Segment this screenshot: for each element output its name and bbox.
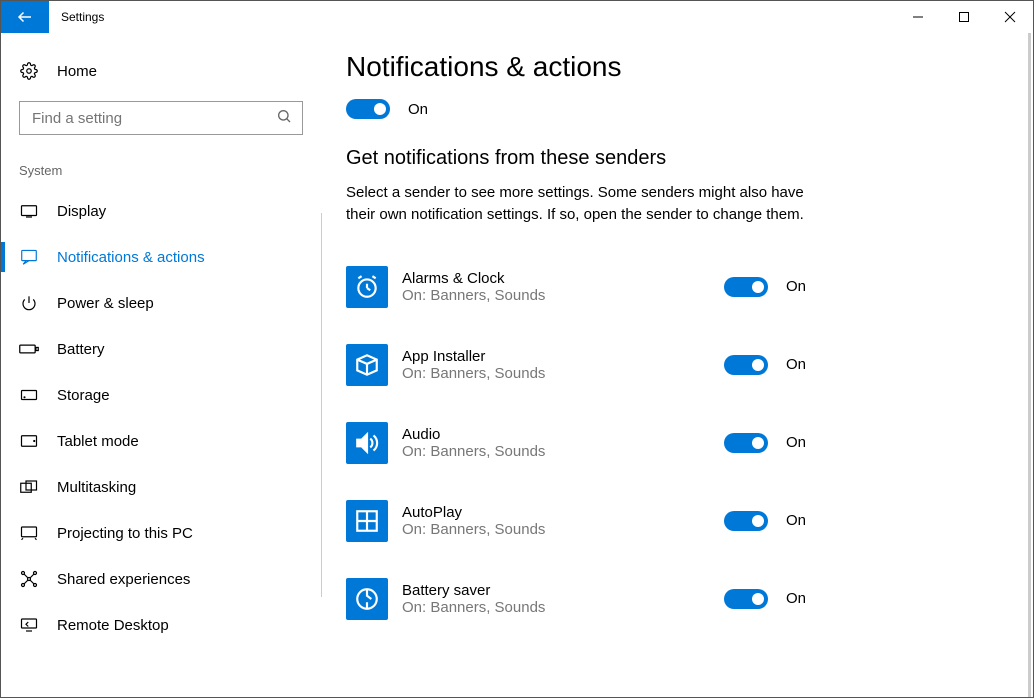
minimize-icon bbox=[912, 11, 924, 23]
maximize-icon bbox=[958, 11, 970, 23]
master-toggle[interactable] bbox=[346, 99, 390, 119]
battery-icon bbox=[19, 339, 39, 359]
sidebar-item-remote[interactable]: Remote Desktop bbox=[1, 602, 321, 648]
sender-row-batterysaver[interactable]: Battery saver On: Banners, Sounds On bbox=[346, 560, 806, 638]
titlebar: Settings bbox=[1, 1, 1033, 33]
app-installer-icon bbox=[346, 344, 388, 386]
remote-icon bbox=[19, 615, 39, 635]
sender-sub: On: Banners, Sounds bbox=[402, 443, 724, 460]
sender-name: Alarms & Clock bbox=[402, 270, 724, 287]
arrow-left-icon bbox=[16, 8, 34, 26]
master-toggle-label: On bbox=[408, 101, 428, 118]
sidebar-item-label: Tablet mode bbox=[57, 433, 139, 450]
close-button[interactable] bbox=[987, 1, 1033, 33]
sender-name: AutoPlay bbox=[402, 504, 724, 521]
sender-row-appinstaller[interactable]: App Installer On: Banners, Sounds On bbox=[346, 326, 806, 404]
home-button[interactable]: Home bbox=[1, 55, 321, 93]
maximize-button[interactable] bbox=[941, 1, 987, 33]
search-box[interactable] bbox=[19, 101, 303, 135]
sender-name: Audio bbox=[402, 426, 724, 443]
sidebar-item-label: Notifications & actions bbox=[57, 249, 205, 266]
sender-name: Battery saver bbox=[402, 582, 724, 599]
sidebar-item-projecting[interactable]: Projecting to this PC bbox=[1, 510, 321, 556]
autoplay-icon bbox=[346, 500, 388, 542]
search-icon bbox=[276, 108, 292, 129]
sidebar-item-label: Battery bbox=[57, 341, 105, 358]
multitasking-icon bbox=[19, 477, 39, 497]
sidebar-item-label: Storage bbox=[57, 387, 110, 404]
back-button[interactable] bbox=[1, 1, 49, 33]
sidebar-item-shared[interactable]: Shared experiences bbox=[1, 556, 321, 602]
section-heading: Get notifications from these senders bbox=[346, 147, 1009, 170]
sender-toggle[interactable] bbox=[724, 277, 768, 297]
home-label: Home bbox=[57, 63, 97, 80]
sender-toggle-label: On bbox=[786, 512, 806, 529]
sender-sub: On: Banners, Sounds bbox=[402, 599, 724, 616]
sidebar-item-power[interactable]: Power & sleep bbox=[1, 280, 321, 326]
search-input[interactable] bbox=[30, 109, 276, 128]
sidebar-item-label: Shared experiences bbox=[57, 571, 190, 588]
sender-row-autoplay[interactable]: AutoPlay On: Banners, Sounds On bbox=[346, 482, 806, 560]
sender-sub: On: Banners, Sounds bbox=[402, 521, 724, 538]
sender-name: App Installer bbox=[402, 348, 724, 365]
battery-saver-icon bbox=[346, 578, 388, 620]
section-desc: Select a sender to see more settings. So… bbox=[346, 182, 806, 226]
sender-toggle[interactable] bbox=[724, 355, 768, 375]
sidebar-item-multitasking[interactable]: Multitasking bbox=[1, 464, 321, 510]
audio-icon bbox=[346, 422, 388, 464]
master-toggle-row: On bbox=[346, 99, 1009, 119]
sender-sub: On: Banners, Sounds bbox=[402, 365, 724, 382]
power-icon bbox=[19, 293, 39, 313]
scrollbar[interactable] bbox=[1028, 33, 1031, 697]
sender-toggle-label: On bbox=[786, 590, 806, 607]
sender-row-audio[interactable]: Audio On: Banners, Sounds On bbox=[346, 404, 806, 482]
content: Notifications & actions On Get notificat… bbox=[322, 33, 1033, 697]
section-label: System bbox=[1, 153, 321, 188]
sidebar-item-label: Remote Desktop bbox=[57, 617, 169, 634]
sidebar-item-tablet[interactable]: Tablet mode bbox=[1, 418, 321, 464]
sidebar-item-battery[interactable]: Battery bbox=[1, 326, 321, 372]
alarms-clock-icon bbox=[346, 266, 388, 308]
minimize-button[interactable] bbox=[895, 1, 941, 33]
sidebar-item-label: Projecting to this PC bbox=[57, 525, 193, 542]
sender-toggle[interactable] bbox=[724, 433, 768, 453]
display-icon bbox=[19, 201, 39, 221]
storage-icon bbox=[19, 385, 39, 405]
sidebar-item-label: Multitasking bbox=[57, 479, 136, 496]
sender-toggle-label: On bbox=[786, 434, 806, 451]
sender-sub: On: Banners, Sounds bbox=[402, 287, 724, 304]
close-icon bbox=[1004, 11, 1016, 23]
gear-icon bbox=[19, 61, 39, 81]
shared-icon bbox=[19, 569, 39, 589]
window-title: Settings bbox=[49, 1, 116, 33]
sender-toggle-label: On bbox=[786, 356, 806, 373]
tablet-icon bbox=[19, 431, 39, 451]
sidebar-item-notifications[interactable]: Notifications & actions bbox=[1, 234, 321, 280]
sidebar-item-display[interactable]: Display bbox=[1, 188, 321, 234]
sender-toggle[interactable] bbox=[724, 589, 768, 609]
sender-toggle-label: On bbox=[786, 278, 806, 295]
notifications-icon bbox=[19, 247, 39, 267]
sender-row-alarms[interactable]: Alarms & Clock On: Banners, Sounds On bbox=[346, 248, 806, 326]
sidebar-item-label: Display bbox=[57, 203, 106, 220]
projecting-icon bbox=[19, 523, 39, 543]
sidebar-item-storage[interactable]: Storage bbox=[1, 372, 321, 418]
sender-toggle[interactable] bbox=[724, 511, 768, 531]
sidebar-item-label: Power & sleep bbox=[57, 295, 154, 312]
sidebar: Home System Display Notifications & acti… bbox=[1, 33, 321, 697]
page-title: Notifications & actions bbox=[346, 51, 1009, 83]
